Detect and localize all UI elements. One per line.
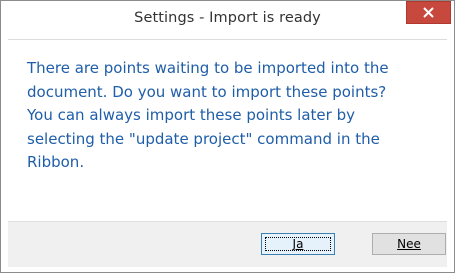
import-dialog: Settings - Import is ready There are poi… xyxy=(0,0,455,273)
no-button[interactable]: Nee xyxy=(372,233,446,255)
no-button-label: Nee xyxy=(397,237,421,251)
close-icon xyxy=(423,7,434,18)
message-text: There are points waiting to be imported … xyxy=(27,59,389,171)
window-title: Settings - Import is ready xyxy=(134,10,321,26)
yes-button-label: Ja xyxy=(292,237,304,251)
message-area: There are points waiting to be imported … xyxy=(8,39,447,222)
close-button[interactable] xyxy=(406,1,451,24)
button-bar: Ja Nee xyxy=(8,221,447,267)
yes-button[interactable]: Ja xyxy=(261,233,335,255)
title-bar[interactable]: Settings - Import is ready xyxy=(1,1,454,39)
